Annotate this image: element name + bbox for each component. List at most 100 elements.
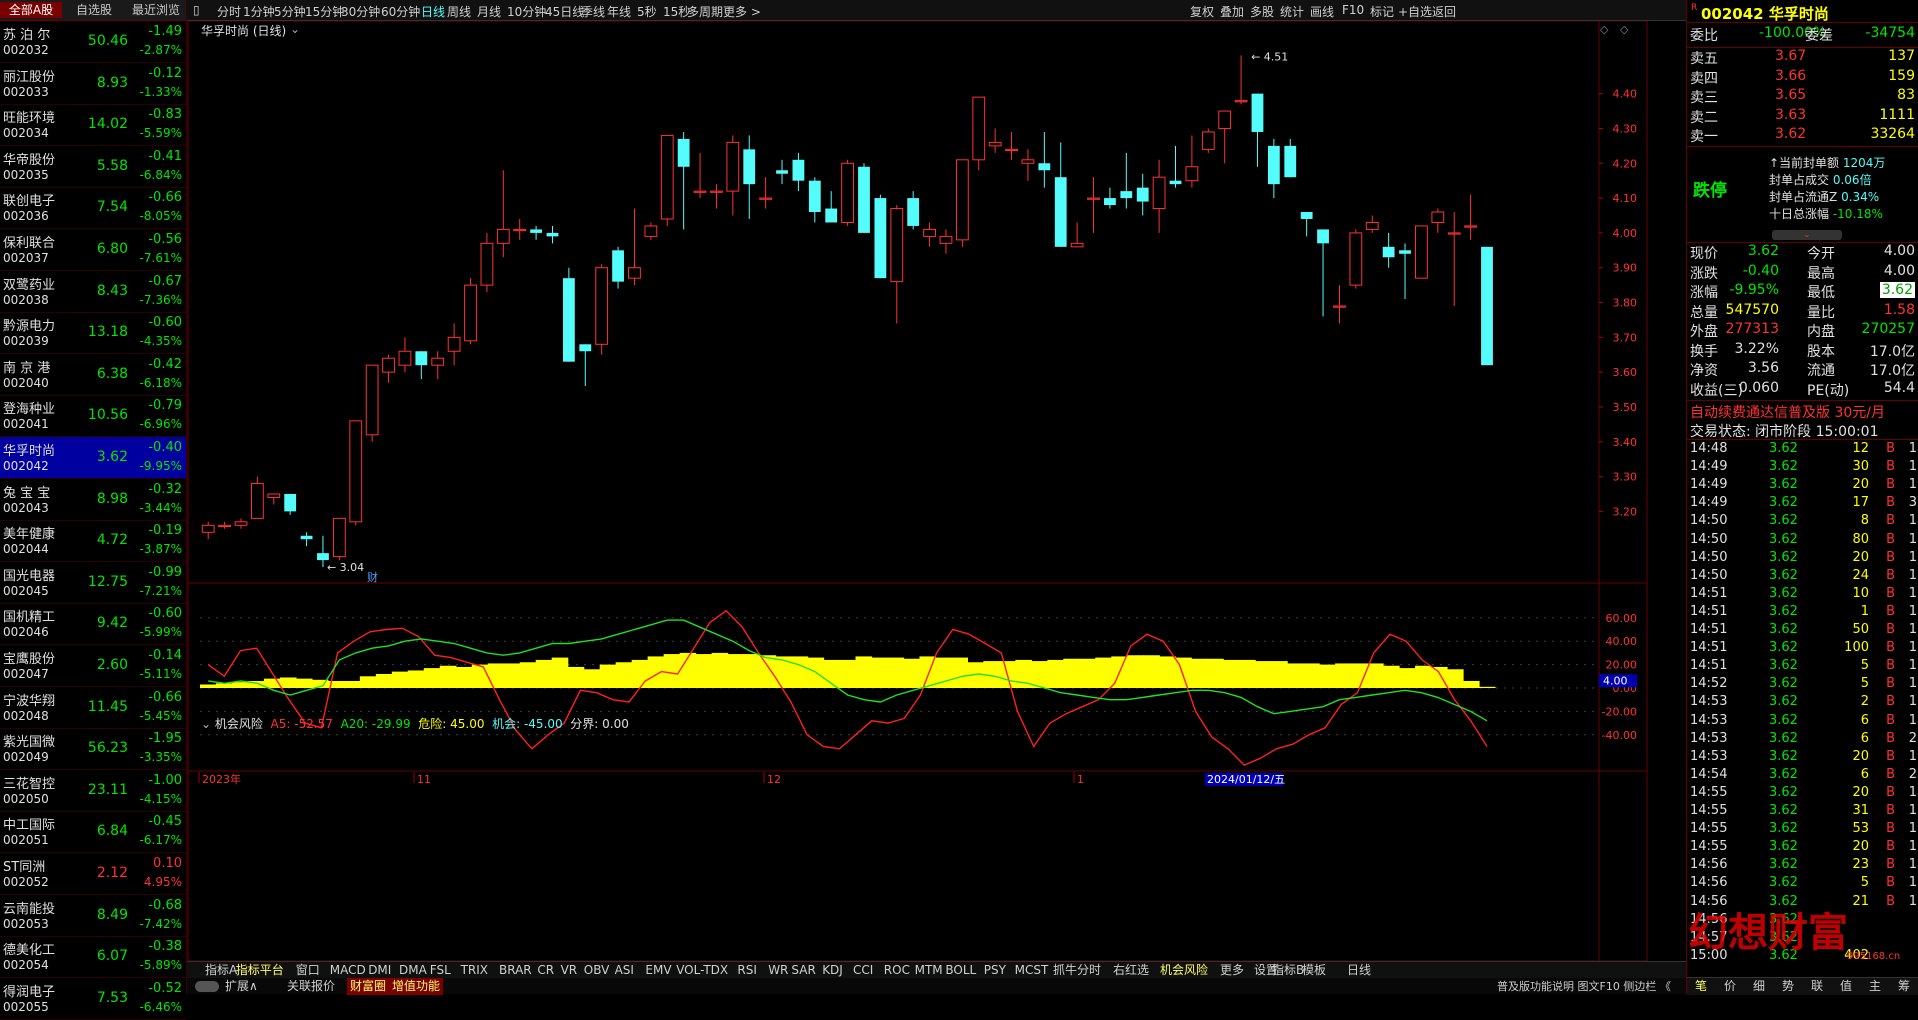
toggle-switch-icon[interactable] — [195, 978, 219, 995]
ask-row[interactable]: 卖一 3.62 33264 — [1687, 126, 1918, 145]
ask-row[interactable]: 卖四 3.66 159 — [1687, 68, 1918, 87]
stock-row[interactable]: 紫光国微 002049 56.23 -1.95 -3.35% — [0, 728, 186, 771]
tick-tab[interactable]: 主 — [1869, 978, 1881, 995]
extension-tab[interactable]: 关联报价 — [287, 978, 335, 995]
indicator-tab[interactable]: TRIX — [461, 962, 488, 979]
indicator-tab[interactable]: 指标平台 — [236, 962, 284, 979]
toolbar-button[interactable]: 统计 — [1280, 3, 1304, 20]
indicator-tab[interactable]: BOLL — [945, 962, 976, 979]
tick-tab[interactable]: 价 — [1724, 978, 1736, 995]
stock-row[interactable]: 国机精工 002046 9.42 -0.60 -5.99% — [0, 603, 186, 646]
period-tab[interactable]: 月线 — [477, 3, 501, 20]
indicator-tab[interactable]: 机会风险 — [1160, 962, 1208, 979]
period-tab[interactable]: 10分钟 — [507, 3, 546, 20]
indicator-tab[interactable]: PSY — [984, 962, 1006, 979]
indicator-tab[interactable]: ASI — [615, 962, 634, 979]
indicator-tab[interactable]: WR — [768, 962, 788, 979]
toolbar-button[interactable]: F10 — [1342, 3, 1364, 17]
stock-row[interactable]: 华孚时尚 002042 3.62 -0.40 -9.95% — [0, 437, 186, 479]
extension-tab[interactable]: 财富圈 — [347, 978, 390, 995]
indicator-tab[interactable]: 抓牛分时 — [1053, 962, 1101, 979]
toolbar-button[interactable]: 复权 — [1190, 3, 1214, 20]
indicator-tab[interactable]: KDJ — [822, 962, 843, 979]
ad-text[interactable]: 自动续费通达信普及版 30元/月 — [1690, 402, 1885, 422]
period-tab[interactable]: 季线 — [581, 3, 605, 20]
ask-row[interactable]: 卖三 3.65 83 — [1687, 87, 1918, 106]
indicator-tab[interactable]: CCI — [853, 962, 873, 979]
indicator-tab[interactable]: SAR — [791, 962, 815, 979]
indicator-tab[interactable]: 指标A — [205, 962, 237, 979]
indicator-tab[interactable]: ROC — [884, 962, 910, 979]
period-tab[interactable]: 5秒 — [637, 3, 657, 20]
stock-row[interactable]: 宝鹰股份 002047 2.60 -0.14 -5.11% — [0, 645, 186, 687]
diamond-icon[interactable]: ◇ — [1600, 23, 1608, 36]
tick-tab[interactable]: 细 — [1753, 978, 1765, 995]
stock-row[interactable]: 得润电子 002055 7.53 -0.52 -6.46% — [0, 978, 186, 1020]
indicator-tab[interactable]: 更多 — [1220, 962, 1244, 979]
indicator-tab[interactable]: DMI — [368, 962, 391, 979]
stock-row[interactable]: 美年健康 002044 4.72 -0.19 -3.87% — [0, 520, 186, 563]
ask-row[interactable]: 卖二 3.63 1111 — [1687, 107, 1918, 126]
indicator-tab[interactable]: 窗口 — [296, 962, 320, 979]
stock-row[interactable]: 双鹭药业 002038 8.43 -0.67 -7.36% — [0, 271, 186, 313]
tick-list[interactable]: 14:48 3.62 12 B 1 14:49 3.62 30 B 1 14:49 3.62 20 B 1 1… — [1687, 441, 1918, 977]
indicator-tab-right[interactable]: 指标B — [1272, 962, 1304, 979]
toolbar-button[interactable]: 叠加 — [1220, 3, 1244, 20]
indicator-tab[interactable]: EMV — [645, 962, 671, 979]
tick-tab[interactable]: 筹 — [1898, 978, 1910, 995]
tab-recent[interactable]: 最近浏览 — [126, 2, 186, 18]
stock-row[interactable]: 宁波华翔 002048 11.45 -0.66 -5.45% — [0, 687, 186, 729]
period-tab[interactable]: 年线 — [607, 3, 631, 20]
panel-toggle-icon[interactable]: ▯ — [193, 3, 200, 17]
extension-tab[interactable]: 增值功能 — [389, 978, 444, 995]
toolbar-button[interactable]: 标记 — [1370, 3, 1394, 20]
indicator-tab[interactable]: FSL — [430, 962, 451, 979]
toolbar-button[interactable]: 画线 — [1310, 3, 1334, 20]
indicator-tab[interactable]: BRAR — [499, 962, 532, 979]
ask-row[interactable]: 卖五 3.67 137 — [1687, 48, 1918, 67]
window-toggle-icon[interactable]: ◇ — [1620, 23, 1628, 36]
period-tab[interactable]: 日线 — [421, 3, 445, 20]
chevron-down-icon[interactable]: ⌄ — [290, 22, 300, 36]
period-tab[interactable]: 多周期 — [687, 3, 723, 20]
stock-row[interactable]: 旺能环境 002034 14.02 -0.83 -5.59% — [0, 104, 186, 147]
indicator-tab-right[interactable]: 模板 — [1302, 962, 1326, 979]
tick-tab[interactable]: 笔 — [1695, 978, 1707, 995]
indicator-tab[interactable]: DMA — [399, 962, 427, 979]
indicator-tab[interactable]: OBV — [584, 962, 610, 979]
stock-row[interactable]: 中工国际 002051 6.84 -0.45 -6.17% — [0, 811, 186, 854]
toolbar-button[interactable]: 返回 — [1432, 3, 1456, 20]
stock-row[interactable]: 保利联合 002037 6.80 -0.56 -7.61% — [0, 229, 186, 271]
stock-row[interactable]: 联创电子 002036 7.54 -0.66 -8.05% — [0, 187, 186, 230]
indicator-tab[interactable]: MCST — [1015, 962, 1049, 979]
indicator-tab[interactable]: VOL-TDX — [676, 962, 728, 979]
toolbar-button[interactable]: +自选 — [1398, 3, 1432, 20]
ad-banner[interactable]: 自动续费通达信普及版 30元/月 — [1687, 400, 1918, 422]
period-tab[interactable]: 30分钟 — [341, 3, 380, 20]
indicator-tab[interactable]: CR — [537, 962, 554, 979]
toolbar-button[interactable]: 多股 — [1250, 3, 1274, 20]
period-tab[interactable]: 15分钟 — [305, 3, 344, 20]
period-tab[interactable]: 5分钟 — [274, 3, 306, 20]
tab-watchlist[interactable]: 自选股 — [64, 2, 124, 18]
stock-row[interactable]: 登海种业 002041 10.56 -0.79 -6.96% — [0, 395, 186, 438]
chevron-icon[interactable]: ⌄ — [201, 717, 211, 731]
stock-row[interactable]: 德美化工 002054 6.07 -0.38 -5.89% — [0, 936, 186, 979]
tab-all-a-shares[interactable]: 全部A股 — [0, 2, 62, 18]
period-tab[interactable]: 1分钟 — [243, 3, 275, 20]
tick-tab[interactable]: 联 — [1811, 978, 1823, 995]
stock-row[interactable]: 三花智控 002050 23.11 -1.00 -4.15% — [0, 770, 186, 812]
tick-tab[interactable]: 值 — [1840, 978, 1852, 995]
status-links[interactable]: 普及版功能说明 图文F10 侧边栏 《 — [1497, 978, 1671, 995]
collapse-handle[interactable]: ⌄ — [1772, 230, 1842, 240]
stock-row[interactable]: 黔源电力 002039 13.18 -0.60 -4.35% — [0, 312, 186, 355]
stock-row[interactable]: 南 京 港 002040 6.38 -0.42 -6.18% — [0, 354, 186, 396]
tick-tab[interactable]: 势 — [1782, 978, 1794, 995]
stock-row[interactable]: 兔 宝 宝 002043 8.98 -0.32 -3.44% — [0, 479, 186, 521]
period-tab[interactable]: 更多 > — [723, 3, 761, 20]
main-chart-area[interactable]: 3.20 3.30 3.40 3.50 3.60 3.70 3.80 3.90 4.00 4.10… — [187, 21, 1686, 977]
period-tab[interactable]: 60分钟 — [381, 3, 420, 20]
indicator-tab[interactable]: RSI — [737, 962, 757, 979]
stock-row[interactable]: 丽江股份 002033 8.93 -0.12 -1.33% — [0, 63, 186, 105]
stock-row[interactable]: ST同洲 002052 2.12 0.10 4.95% — [0, 853, 186, 895]
